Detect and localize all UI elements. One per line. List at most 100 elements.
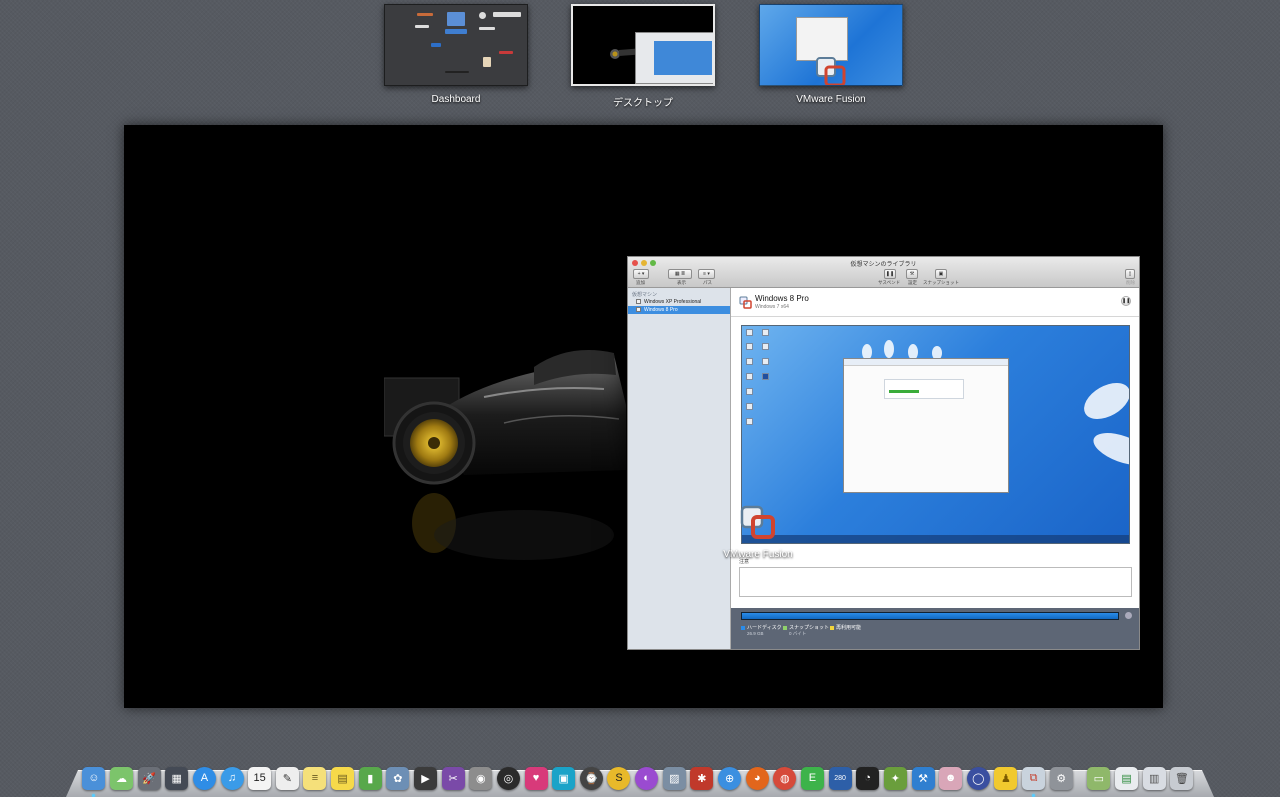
view-label: 表示: [677, 280, 686, 285]
dock-item-stickies[interactable]: ▤: [329, 764, 357, 792]
sidebar-item-windows-xp[interactable]: Windows XP Professional: [628, 298, 730, 306]
dock-item-final-cut[interactable]: ✂: [439, 764, 467, 792]
xcode-icon: ⚒: [911, 766, 935, 790]
dock-item-s-app[interactable]: S: [605, 764, 633, 792]
dock-item-imovie[interactable]: ▶: [412, 764, 440, 792]
dock-item-preview[interactable]: ▣: [550, 764, 578, 792]
mission-control-icon: ▦: [165, 766, 189, 790]
dvd-player-icon: ◔: [856, 766, 880, 790]
disk-usage-bar: [741, 612, 1119, 620]
vmware-icon: [739, 296, 752, 309]
dock-item-calendar[interactable]: 15: [246, 764, 274, 792]
notes-field[interactable]: [739, 567, 1132, 597]
safari-icon: ⊕: [718, 766, 742, 790]
delete-button[interactable]: ▯: [1125, 269, 1135, 279]
dock-separator: [1075, 764, 1085, 792]
add-button[interactable]: + ▾: [633, 269, 649, 279]
window-title: 仮想マシンのライブラリ: [850, 262, 917, 268]
cat-app-icon: ☻: [939, 766, 963, 790]
dock-item-heart-app[interactable]: ♥: [522, 764, 550, 792]
dock-item-script-app[interactable]: ✱: [688, 764, 716, 792]
iphoto-icon: ✿: [386, 766, 410, 790]
launchpad-icon: 🚀: [137, 766, 161, 790]
sidebar-heading: 仮想マシン: [632, 292, 658, 298]
view-toggle[interactable]: ▦ ≣: [668, 269, 692, 279]
space-label: VMware Fusion: [796, 94, 866, 105]
photo-booth-icon: ◉: [469, 766, 493, 790]
space-desktop[interactable]: デスクトップ: [571, 4, 715, 109]
space-thumbnail: [759, 4, 903, 86]
dock-item-highway-app[interactable]: 280: [826, 764, 854, 792]
dock-item-notes[interactable]: ≡: [301, 764, 329, 792]
legend-swatch: [741, 625, 745, 630]
space-vmware-fusion[interactable]: VMware Fusion: [759, 4, 903, 105]
dock-item-vmware-fusion[interactable]: ⧉: [1020, 764, 1048, 797]
window-titlebar[interactable]: 仮想マシンのライブラリ + ▾ 追加 ▦ ≣ 表示 ≡ ▾ パス ❚❚ サスペン…: [628, 257, 1139, 288]
dock-item-time-machine[interactable]: ⌚: [578, 764, 606, 792]
sidebar-item-label: Windows 8 Pro: [644, 307, 678, 313]
firefox-icon: ◕: [745, 766, 769, 790]
time-machine-icon: ⌚: [579, 766, 603, 790]
settings-label: 設定: [908, 280, 917, 285]
dock-item-trash[interactable]: 🗑: [1168, 764, 1196, 792]
dock-item-image-capture[interactable]: ▨: [660, 764, 688, 792]
dock-item-textedit[interactable]: ✎: [273, 764, 301, 792]
downloads-stack-icon: ▥: [1142, 766, 1166, 790]
dock-item-documents-stack[interactable]: ▤: [1113, 764, 1141, 792]
dock-item-duck-app[interactable]: ♟: [992, 764, 1020, 792]
dock-item-system-preferences[interactable]: ⚙: [1047, 764, 1075, 792]
legend-swatch: [783, 625, 787, 630]
preview-icon: ▣: [552, 766, 576, 790]
dock-item-xcode[interactable]: ⚒: [909, 764, 937, 792]
vmware-fusion-icon: [740, 505, 775, 539]
disk-settings-icon[interactable]: [1125, 612, 1132, 619]
notes-icon: ≡: [303, 766, 327, 790]
dock-item-cat-app[interactable]: ☻: [937, 764, 965, 792]
dock-item-icloud[interactable]: ☁: [108, 764, 136, 792]
dock-item-dvd-player[interactable]: ◔: [854, 764, 882, 792]
vm-icon: [636, 307, 641, 312]
settings-button[interactable]: ⚒: [906, 269, 918, 279]
dock-item-evernote[interactable]: E: [799, 764, 827, 792]
dock-item-chrome[interactable]: ◍: [771, 764, 799, 792]
textedit-icon: ✎: [275, 766, 299, 790]
dock-item-itunes[interactable]: ♫: [218, 764, 246, 792]
final-cut-icon: ✂: [441, 766, 465, 790]
dock-item-safari[interactable]: ⊕: [716, 764, 744, 792]
car-wallpaper: [384, 350, 626, 560]
dock-item-color-app[interactable]: ◐: [633, 764, 661, 792]
dock-item-photo-booth[interactable]: ◉: [467, 764, 495, 792]
snapshot-button[interactable]: ▣: [935, 269, 947, 279]
dock-item-app-store[interactable]: A: [191, 764, 219, 792]
dock-item-firefox[interactable]: ◕: [743, 764, 771, 792]
vm-library-window[interactable]: 仮想マシンのライブラリ + ▾ 追加 ▦ ≣ 表示 ≡ ▾ パス ❚❚ サスペン…: [627, 256, 1140, 650]
space-thumbnail: [384, 4, 528, 86]
delete-label: 削除: [1126, 280, 1135, 285]
dock-item-iphoto[interactable]: ✿: [384, 764, 412, 792]
desktop-preview[interactable]: 仮想マシンのライブラリ + ▾ 追加 ▦ ≣ 表示 ≡ ▾ パス ❚❚ サスペン…: [124, 125, 1163, 708]
dock-item-applications-folder[interactable]: ▭: [1085, 764, 1113, 792]
vm-detail-pane: Windows 8 Pro Windows 7 x64 ❚❚ 注意 ハードディス…: [731, 288, 1139, 649]
dock-item-globe-app[interactable]: ◯: [965, 764, 993, 792]
dock-item-mission-control[interactable]: ▦: [163, 764, 191, 792]
sidebar-item-windows-8[interactable]: Windows 8 Pro: [628, 306, 730, 314]
path-button[interactable]: ≡ ▾: [698, 269, 715, 279]
image-capture-icon: ▨: [662, 766, 686, 790]
dock-item-downloads-stack[interactable]: ▥: [1140, 764, 1168, 792]
dock-item-numbers[interactable]: ▮: [356, 764, 384, 792]
app-window-group-label[interactable]: VMware Fusion: [712, 505, 804, 560]
path-label: パス: [703, 280, 712, 285]
suspend-button[interactable]: ❚❚: [884, 269, 896, 279]
dock-item-finder[interactable]: ☺: [80, 764, 108, 797]
disk-usage-panel: ハードディスク 26.9 GB スナップショット 0 バイト 再利用可能: [731, 608, 1139, 649]
suspend-label: サスペンド: [878, 280, 901, 285]
space-dashboard[interactable]: Dashboard: [384, 4, 528, 105]
dock-item-aperture[interactable]: ◎: [495, 764, 523, 792]
add-label: 追加: [636, 280, 645, 285]
dock-item-pineapple-app[interactable]: ✦: [882, 764, 910, 792]
highway-app-icon: 280: [828, 766, 852, 790]
legend-label: 再利用可能: [836, 625, 862, 631]
app-store-icon: A: [192, 766, 216, 790]
dock-item-launchpad[interactable]: 🚀: [135, 764, 163, 792]
pause-button[interactable]: ❚❚: [1121, 296, 1131, 306]
